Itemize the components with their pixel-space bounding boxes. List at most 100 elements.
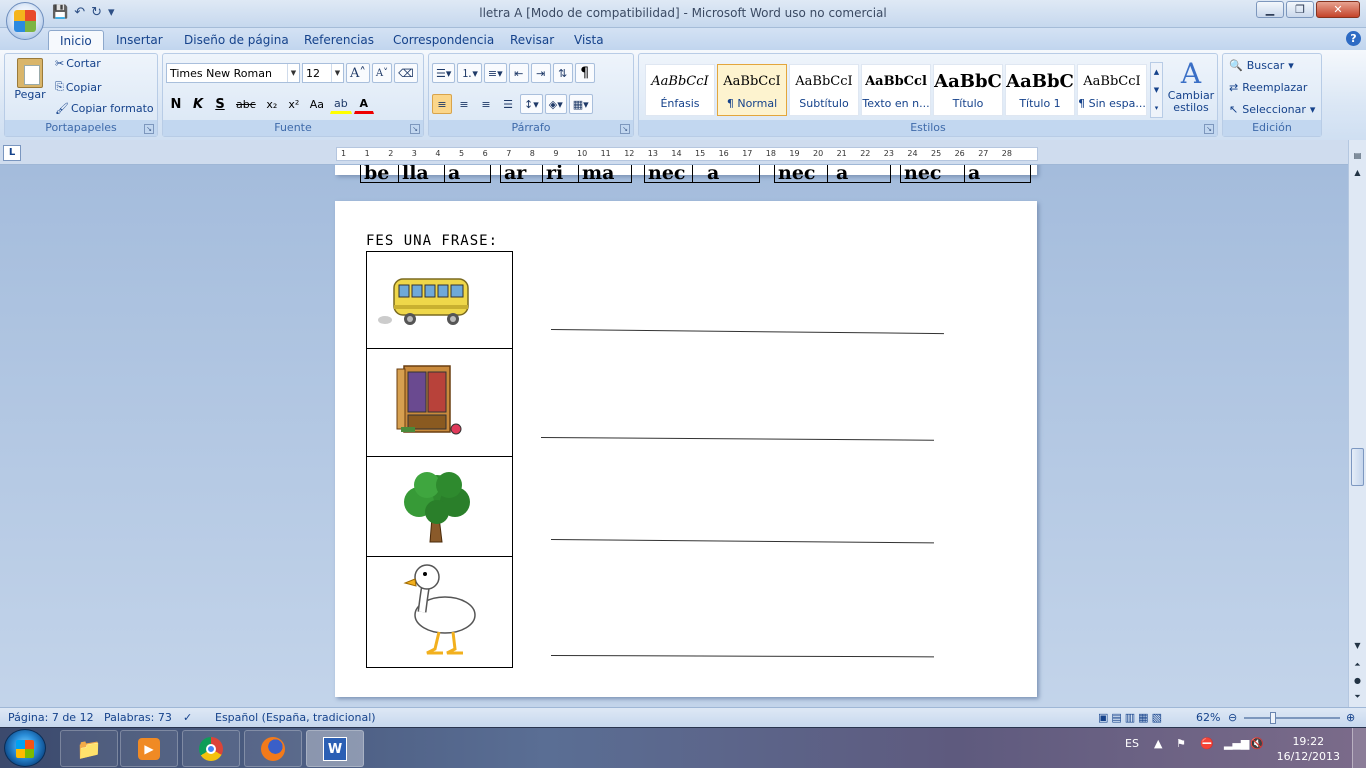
style-texto-negrita[interactable]: AaBbCcl Texto en n... [861, 64, 931, 116]
scroll-up-icon[interactable]: ▲ [1350, 165, 1365, 180]
close-button[interactable]: ✕ [1316, 1, 1360, 18]
font-family-combo[interactable]: Times New Roman ▼ [166, 63, 300, 83]
styles-a-icon: A [1180, 57, 1202, 90]
paragraph-launcher-icon[interactable]: ↘ [620, 124, 630, 134]
minimize-button[interactable]: ▁ [1256, 1, 1284, 18]
tab-referencias[interactable]: Referencias [293, 30, 385, 50]
maximize-button[interactable]: ❐ [1286, 1, 1314, 18]
explorer-task-button[interactable]: 📁 [60, 730, 118, 767]
windows-taskbar: 📁 ▶ W ES ▲ ⚑ ⛔ ▂▄▆ 🔇 19:22 16/12/2013 [0, 727, 1366, 768]
zoom-slider-thumb[interactable] [1270, 712, 1276, 724]
language-status[interactable]: Español (España, tradicional) [215, 711, 376, 724]
zoom-slider[interactable] [1244, 712, 1340, 724]
sort-icon[interactable]: ⇅ [552, 63, 573, 83]
shading-icon[interactable]: ◈▾ [544, 94, 567, 114]
superscript-button[interactable]: x² [284, 94, 304, 114]
style-normal[interactable]: AaBbCcI ¶ Normal [717, 64, 787, 116]
media-player-task-button[interactable]: ▶ [120, 730, 178, 767]
style-enfasis[interactable]: AaBbCcI Énfasis [645, 64, 715, 116]
clipboard-launcher-icon[interactable]: ↘ [144, 124, 154, 134]
style-subtitulo[interactable]: AaBbCcI Subtítulo [789, 64, 859, 116]
styles-scroll[interactable]: ▲ ▼ ▾ [1150, 62, 1163, 118]
show-desktop-button[interactable] [1352, 728, 1366, 768]
network-error-icon[interactable]: ⛔ [1200, 737, 1214, 750]
ruler-mark: 16 [718, 149, 729, 158]
grow-font-button[interactable]: A ˄ [346, 63, 370, 83]
tab-insertar[interactable]: Insertar [105, 30, 174, 50]
style-titulo[interactable]: AaBbC Título [933, 64, 1003, 116]
strikethrough-button[interactable]: abc [232, 94, 260, 114]
paste-button[interactable]: Pegar [9, 58, 51, 101]
volume-muted-icon[interactable]: 🔇 [1250, 737, 1264, 750]
change-case-button[interactable]: Aa [306, 94, 328, 114]
tab-inicio[interactable]: Inicio [48, 30, 104, 50]
borders-icon[interactable]: ▦▾ [568, 94, 593, 114]
cut-button[interactable]: ✂ Cortar [55, 57, 101, 70]
flag-icon[interactable]: ⚑ [1176, 737, 1186, 750]
style-sin-espaciado[interactable]: AaBbCcI ¶ Sin espa... [1077, 64, 1147, 116]
word-task-button[interactable]: W [306, 730, 364, 767]
horizontal-ruler[interactable]: 1 1 2 3 4 5 6 7 8 9 10 11 12 13 14 15 16 17 18 19 20 21 22 23 24… [336, 147, 1038, 161]
multilevel-list-icon[interactable]: ≡▾ [483, 63, 507, 83]
office-button[interactable] [6, 2, 44, 40]
tab-diseno-pagina[interactable]: Diseño de página [173, 30, 300, 50]
change-styles-button[interactable]: A Cambiar estilos [1167, 58, 1215, 114]
format-painter-button[interactable]: 🖌 Copiar formato [55, 102, 154, 115]
view-buttons[interactable]: ▣▤▥▦▧ [1098, 711, 1165, 724]
tab-correspondencia[interactable]: Correspondencia [382, 30, 505, 50]
subscript-button[interactable]: x₂ [262, 94, 282, 114]
font-size-combo[interactable]: 12 ▼ [302, 63, 344, 83]
next-page-icon[interactable]: ⏷ [1350, 689, 1365, 704]
increase-indent-icon[interactable]: ⇥ [530, 63, 551, 83]
line-spacing-icon[interactable]: ↕▾ [520, 94, 543, 114]
highlight-icon[interactable]: ab [330, 94, 352, 114]
tab-selector-icon[interactable]: L [3, 145, 21, 161]
bold-button[interactable]: N [166, 94, 186, 114]
font-color-icon[interactable]: A [353, 94, 374, 114]
help-icon[interactable]: ? [1346, 31, 1361, 46]
firefox-task-button[interactable] [244, 730, 302, 767]
styles-launcher-icon[interactable]: ↘ [1204, 124, 1214, 134]
word-count[interactable]: Palabras: 73 [104, 711, 172, 724]
ruler-mark: 27 [978, 149, 989, 158]
page-count[interactable]: Página: 7 de 12 [8, 711, 94, 724]
writing-line [550, 655, 934, 658]
replace-button[interactable]: ⇄ Reemplazar [1229, 81, 1307, 94]
scroll-thumb[interactable] [1351, 448, 1364, 486]
select-button[interactable]: ↖ Seleccionar ▾ [1229, 103, 1315, 116]
numbering-icon[interactable]: ⒈▾ [457, 63, 482, 83]
zoom-level[interactable]: 62% [1196, 711, 1220, 724]
language-indicator[interactable]: ES [1125, 737, 1139, 750]
clear-format-icon[interactable]: ⌫ [394, 63, 418, 83]
align-left-icon[interactable]: ≡ [432, 94, 452, 114]
tray-expand-icon[interactable]: ▲ [1154, 737, 1162, 750]
chrome-task-button[interactable] [182, 730, 240, 767]
style-titulo-1[interactable]: AaBbC Título 1 [1005, 64, 1075, 116]
decrease-indent-icon[interactable]: ⇤ [508, 63, 529, 83]
italic-button[interactable]: K [188, 94, 208, 114]
find-button[interactable]: 🔍 Buscar ▾ [1229, 59, 1294, 72]
font-launcher-icon[interactable]: ↘ [410, 124, 420, 134]
zoom-in-icon[interactable]: ⊕ [1346, 711, 1355, 724]
justify-icon[interactable]: ☰ [498, 94, 518, 114]
scroll-down-icon[interactable]: ▼ [1350, 638, 1365, 653]
browse-object-icon[interactable]: ● [1350, 673, 1365, 688]
shrink-font-button[interactable]: A ˅ [371, 63, 393, 83]
zoom-out-icon[interactable]: ⊖ [1228, 711, 1237, 724]
previous-page-icon[interactable]: ⏶ [1350, 657, 1365, 672]
copy-icon: ⎘ [55, 80, 64, 93]
bullets-icon[interactable]: ☰▾ [432, 63, 456, 83]
tab-revisar[interactable]: Revisar [499, 30, 565, 50]
clock[interactable]: 19:22 16/12/2013 [1277, 734, 1340, 764]
copy-button[interactable]: ⎘ Copiar [55, 80, 102, 94]
vertical-scrollbar[interactable]: ▤ ▲ ▼ ⏶ ● ⏷ [1348, 140, 1366, 707]
underline-button[interactable]: S [210, 94, 230, 114]
tab-vista[interactable]: Vista [563, 30, 615, 50]
start-button[interactable] [4, 729, 46, 767]
show-marks-button[interactable]: ¶ [574, 63, 595, 83]
proofing-icon[interactable]: ✓ [183, 711, 192, 724]
ruler-toggle-icon[interactable]: ▤ [1350, 148, 1365, 163]
signal-icon[interactable]: ▂▄▆ [1224, 737, 1249, 750]
align-center-icon[interactable]: ≡ [454, 94, 474, 114]
align-right-icon[interactable]: ≡ [476, 94, 496, 114]
